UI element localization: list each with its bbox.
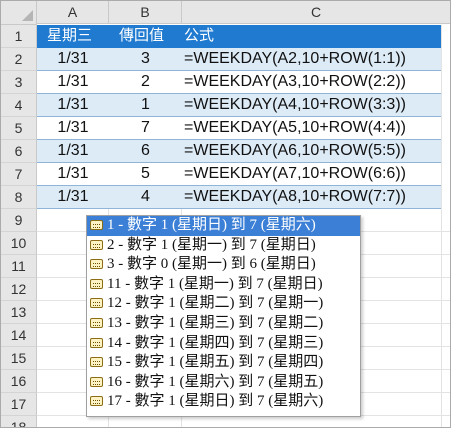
function-argument-icon (90, 259, 103, 270)
value-cell[interactable]: 2 (109, 71, 182, 93)
row-header[interactable]: 14 (1, 324, 37, 347)
formula-cell[interactable]: =WEEKDAY(A6,10+ROW(5:5)) (184, 140, 439, 162)
table-row: 1/31 3 =WEEKDAY(A2,10+ROW(1:1)) (37, 48, 441, 71)
option-label: 2 - 數字 1 (星期一) 到 7 (星期日) (107, 236, 316, 253)
select-all-triangle-icon (22, 10, 33, 21)
table-row: 1/31 6 =WEEKDAY(A6,10+ROW(5:5)) (37, 140, 441, 163)
table-row: 1/31 5 =WEEKDAY(A7,10+ROW(6:6)) (37, 163, 441, 186)
dropdown-option[interactable]: 3 - 數字 0 (星期一) 到 6 (星期日) (87, 255, 360, 275)
dropdown-option[interactable]: 12 - 數字 1 (星期二) 到 7 (星期一) (87, 294, 360, 314)
table-row: 1/31 4 =WEEKDAY(A8,10+ROW(7:7)) (37, 186, 441, 209)
row-header[interactable]: 8 (1, 186, 37, 209)
table-row: 1/31 7 =WEEKDAY(A5,10+ROW(4:4)) (37, 117, 441, 140)
date-cell[interactable]: 1/31 (37, 48, 109, 70)
column-header-b[interactable]: B (109, 1, 182, 24)
date-cell[interactable]: 1/31 (37, 117, 109, 139)
table-row: 1/31 1 =WEEKDAY(A4,10+ROW(3:3)) (37, 94, 441, 117)
column-header-a[interactable]: A (37, 1, 109, 24)
value-cell[interactable]: 1 (109, 94, 182, 116)
select-all-corner[interactable] (1, 1, 37, 25)
grid-line (441, 25, 442, 427)
row-header[interactable]: 13 (1, 301, 37, 324)
date-cell[interactable]: 1/31 (37, 140, 109, 162)
function-argument-icon (90, 396, 103, 407)
row-header[interactable]: 16 (1, 370, 37, 393)
function-argument-icon (90, 337, 103, 348)
row-header[interactable]: 5 (1, 117, 37, 140)
date-cell[interactable]: 1/31 (37, 163, 109, 185)
option-label: 12 - 數字 1 (星期二) 到 7 (星期一) (107, 295, 324, 312)
dropdown-option[interactable]: 2 - 數字 1 (星期一) 到 7 (星期日) (87, 236, 360, 256)
option-label: 14 - 數字 1 (星期四) 到 7 (星期三) (107, 334, 324, 351)
spreadsheet: A B C 1 2 3 4 5 6 7 8 9 10 11 12 13 14 1… (0, 0, 451, 428)
formula-cell[interactable]: =WEEKDAY(A3,10+ROW(2:2)) (184, 71, 439, 93)
option-label: 3 - 數字 0 (星期一) 到 6 (星期日) (107, 256, 316, 273)
row-header[interactable]: 9 (1, 209, 37, 232)
row-header[interactable]: 11 (1, 255, 37, 278)
function-argument-icon (90, 376, 103, 387)
value-cell[interactable]: 4 (109, 186, 182, 208)
row-header[interactable]: 2 (1, 48, 37, 71)
row-header[interactable]: 6 (1, 140, 37, 163)
function-argument-icon (90, 239, 103, 250)
option-label: 15 - 數字 1 (星期五) 到 7 (星期四) (107, 354, 324, 371)
dropdown-option[interactable]: 11 - 數字 1 (星期一) 到 7 (星期日) (87, 275, 360, 295)
row-header[interactable]: 15 (1, 347, 37, 370)
function-argument-icon (90, 220, 103, 230)
row-header[interactable]: 7 (1, 163, 37, 186)
value-cell[interactable]: 7 (109, 117, 182, 139)
row-header[interactable]: 10 (1, 232, 37, 255)
dropdown-option[interactable]: 14 - 數字 1 (星期四) 到 7 (星期三) (87, 334, 360, 354)
value-cell[interactable]: 6 (109, 140, 182, 162)
date-cell[interactable]: 1/31 (37, 94, 109, 116)
row-header[interactable]: 17 (1, 393, 37, 416)
formula-cell[interactable]: =WEEKDAY(A4,10+ROW(3:3)) (184, 94, 439, 116)
row-header[interactable]: 3 (1, 71, 37, 94)
dropdown-option[interactable]: 13 - 數字 1 (星期三) 到 7 (星期二) (87, 314, 360, 334)
formula-cell[interactable]: =WEEKDAY(A7,10+ROW(6:6)) (184, 163, 439, 185)
value-cell[interactable]: 5 (109, 163, 182, 185)
option-label: 13 - 數字 1 (星期三) 到 7 (星期二) (107, 314, 324, 331)
function-argument-icon (90, 298, 103, 309)
column-header-c[interactable]: C (182, 1, 450, 24)
formula-cell[interactable]: =WEEKDAY(A8,10+ROW(7:7)) (184, 186, 439, 208)
value-cell[interactable]: 3 (109, 48, 182, 70)
dropdown-option[interactable]: 16 - 數字 1 (星期六) 到 7 (星期五) (87, 373, 360, 393)
formula-cell[interactable]: =WEEKDAY(A2,10+ROW(1:1)) (184, 48, 439, 70)
date-cell[interactable]: 1/31 (37, 186, 109, 208)
function-argument-icon (90, 357, 103, 368)
row-header[interactable]: 1 (1, 25, 37, 48)
option-label: 17 - 數字 1 (星期日) 到 7 (星期六) (107, 393, 324, 410)
dropdown-option[interactable]: 15 - 數字 1 (星期五) 到 7 (星期四) (87, 353, 360, 373)
date-cell[interactable]: 1/31 (37, 71, 109, 93)
function-argument-icon (90, 317, 103, 328)
option-label: 11 - 數字 1 (星期一) 到 7 (星期日) (107, 275, 323, 292)
table-header-row: 星期三 傳回值 公式 (37, 25, 441, 48)
dropdown-option[interactable]: 17 - 數字 1 (星期日) 到 7 (星期六) (87, 392, 360, 412)
option-label: 16 - 數字 1 (星期六) 到 7 (星期五) (107, 373, 324, 390)
row-header[interactable]: 18 (1, 416, 37, 427)
table-row: 1/31 2 =WEEKDAY(A3,10+ROW(2:2)) (37, 71, 441, 94)
option-label: 1 - 數字 1 (星期日) 到 7 (星期六) (107, 217, 316, 233)
formula-cell[interactable]: =WEEKDAY(A5,10+ROW(4:4)) (184, 117, 439, 139)
dropdown-option[interactable]: 1 - 數字 1 (星期日) 到 7 (星期六) (87, 216, 360, 236)
row-header[interactable]: 4 (1, 94, 37, 117)
function-argument-icon (90, 278, 103, 289)
row-header[interactable]: 12 (1, 278, 37, 301)
header-cell-formula[interactable]: 公式 (184, 25, 439, 47)
header-cell-weekday[interactable]: 星期三 (37, 25, 109, 47)
header-cell-return-value[interactable]: 傳回值 (109, 25, 182, 47)
weekday-return-type-dropdown[interactable]: 1 - 數字 1 (星期日) 到 7 (星期六) 2 - 數字 1 (星期一) … (86, 215, 361, 417)
